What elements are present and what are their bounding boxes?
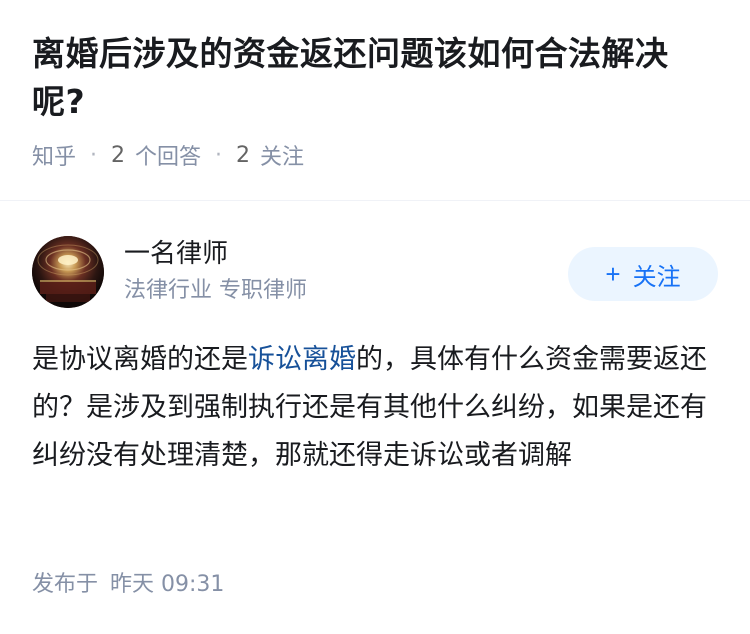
author-info: 一名律师 法律行业 专职律师 bbox=[124, 237, 568, 307]
answer-count-label[interactable]: 个回答 bbox=[135, 139, 201, 171]
separator-dot: · bbox=[215, 142, 223, 168]
follow-count: 2 bbox=[236, 142, 251, 168]
author-row: 一名律师 法律行业 专职律师 + 关注 bbox=[32, 234, 718, 310]
avatar[interactable] bbox=[32, 236, 104, 308]
publish-info: 发布于 昨天 09:31 bbox=[32, 566, 224, 598]
follow-button-label: 关注 bbox=[632, 263, 681, 291]
author-description: 法律行业 专职律师 bbox=[124, 278, 307, 303]
separator-dot: · bbox=[90, 142, 98, 168]
keyword-link[interactable]: 诉讼离婚 bbox=[248, 344, 356, 375]
question-meta: 知乎 · 2 个回答 · 2 关注 bbox=[32, 139, 718, 171]
question-header: 离婚后涉及的资金返还问题该如何合法解决呢? 知乎 · 2 个回答 · 2 关注 bbox=[0, 0, 750, 170]
answer-content: 是协议离婚的还是诉讼离婚的，具体有什么资金需要返还的？是涉及到强制执行还是有其他… bbox=[32, 336, 718, 480]
author-name[interactable]: 一名律师 bbox=[124, 237, 568, 271]
follow-count-label[interactable]: 关注 bbox=[260, 139, 304, 171]
answer-card: 一名律师 法律行业 专职律师 + 关注 是协议离婚的还是诉讼离婚的，具体有什么资… bbox=[32, 234, 718, 480]
publish-time: 昨天 09:31 bbox=[110, 572, 225, 597]
question-title[interactable]: 离婚后涉及的资金返还问题该如何合法解决呢? bbox=[32, 30, 718, 126]
section-divider bbox=[0, 200, 750, 201]
answer-count: 2 bbox=[111, 142, 126, 168]
avatar-image-icon bbox=[32, 236, 104, 308]
source-label[interactable]: 知乎 bbox=[32, 139, 76, 171]
follow-button[interactable]: + 关注 bbox=[568, 247, 718, 301]
plus-icon: + bbox=[605, 258, 621, 289]
publish-label: 发布于 bbox=[32, 572, 99, 597]
answer-text-before: 是协议离婚的还是 bbox=[32, 344, 248, 375]
